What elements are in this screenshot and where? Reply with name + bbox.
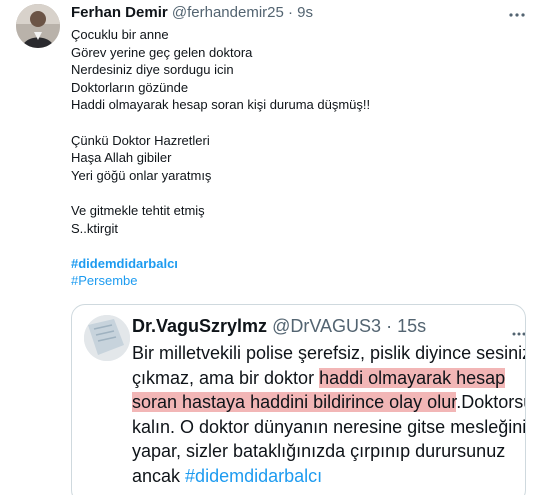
quoted-line: soran hastaya haddini bildirince olay ol… bbox=[132, 390, 526, 415]
tweet-line: Haddi olmayarak hesap soran kişi duruma … bbox=[71, 97, 371, 113]
quoted-line: yapar, sizler bataklığınızda çırpınıp du… bbox=[132, 441, 506, 461]
highlighted-text: soran hastaya haddini bildirince olay ol… bbox=[132, 392, 457, 412]
hashtag-link[interactable]: #didemdidarbalcı bbox=[185, 466, 322, 486]
more-options-button[interactable] bbox=[506, 6, 528, 20]
quoted-text: .Doktorsu bbox=[456, 392, 526, 412]
tweet-header: Ferhan Demir @ferhandemir25 · 9s bbox=[71, 4, 313, 22]
separator-dot: · bbox=[288, 4, 293, 21]
tweet-line: Görev yerine geç gelen doktora bbox=[71, 44, 253, 60]
hashtag-link[interactable]: #didemdidarbalcı bbox=[71, 255, 178, 273]
quoted-author-name[interactable]: Dr.VaguSzrylmz bbox=[132, 316, 267, 336]
quoted-tweet-text: Bir milletvekili polise şerefsiz, pislik… bbox=[132, 341, 526, 489]
quoted-text: çıkmaz, ama bir doktor bbox=[132, 367, 320, 388]
more-horizontal-icon[interactable] bbox=[512, 323, 525, 336]
quoted-line: Bir milletvekili polise şerefsiz, pislik… bbox=[132, 343, 526, 363]
quoted-line: kalın. O doktor dünyanın neresine gitse … bbox=[132, 416, 526, 437]
tweet-text: Çocuklu bir anne Görev yerine geç gelen … bbox=[71, 26, 521, 290]
quoted-tweet[interactable]: Dr.VaguSzrylmz @DrVAGUS3 · 15s Bir mille… bbox=[71, 304, 526, 495]
tweet-line: Ve gitmekle tehtit etmiş bbox=[71, 202, 205, 218]
tweet-time[interactable]: 9s bbox=[297, 4, 313, 21]
highlighted-text: haddi olmayarak hesap bbox=[319, 367, 506, 388]
tweet-line: Nerdesiniz diye sordugu icin bbox=[71, 62, 234, 78]
tweet[interactable]: Ferhan Demir @ferhandemir25 · 9s Çocuklu… bbox=[0, 0, 539, 495]
separator-dot: · bbox=[386, 316, 393, 336]
tweet-line: Çocuklu bir anne bbox=[71, 27, 169, 42]
more-horizontal-icon bbox=[509, 4, 525, 22]
author-name[interactable]: Ferhan Demir bbox=[71, 4, 168, 21]
quoted-author-avatar[interactable] bbox=[84, 315, 130, 361]
quoted-line: ancak #didemdidarbalcı bbox=[132, 464, 525, 489]
quoted-line: çıkmaz, ama bir doktor haddi olmayarak h… bbox=[132, 366, 525, 391]
tweet-line: Haşa Allah gibiler bbox=[71, 150, 172, 166]
quoted-tweet-header: Dr.VaguSzrylmz @DrVAGUS3 · 15s bbox=[132, 315, 426, 337]
tweet-line: Doktorların gözünde bbox=[71, 79, 189, 95]
quoted-tweet-time[interactable]: 15s bbox=[397, 316, 426, 336]
tweet-line: S..ktirgit bbox=[71, 220, 118, 236]
hashtag-link[interactable]: #Persembe bbox=[71, 272, 137, 290]
author-handle[interactable]: @ferhandemir25 bbox=[172, 4, 284, 21]
tweet-line: Yeri göğü onlar yaratmış bbox=[71, 167, 212, 183]
quoted-author-handle[interactable]: @DrVAGUS3 bbox=[272, 316, 381, 336]
tweet-line: Çünkü Doktor Hazretleri bbox=[71, 132, 210, 148]
quoted-text: ancak bbox=[132, 465, 186, 486]
author-avatar[interactable] bbox=[16, 4, 60, 48]
